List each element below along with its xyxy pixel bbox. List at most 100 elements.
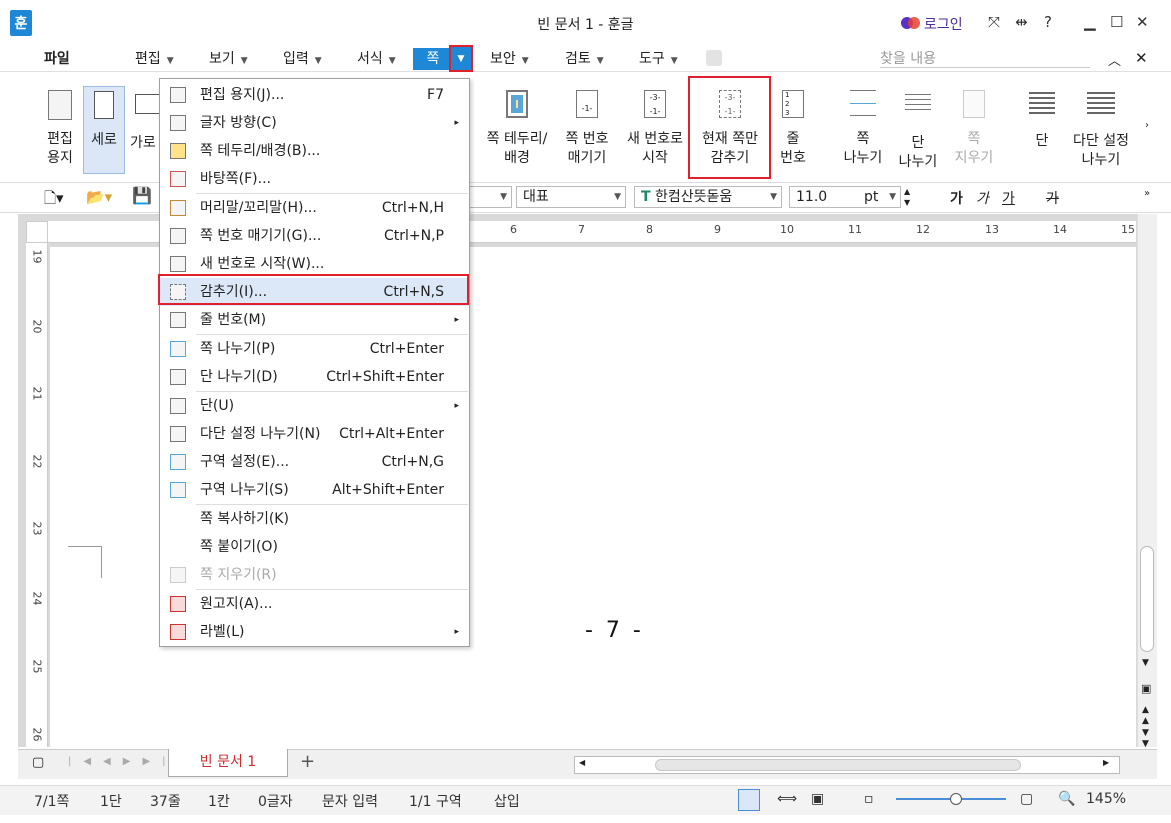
ribbon-column-break[interactable]: 단 나누기: [893, 86, 943, 174]
ruler-corner[interactable]: [26, 221, 48, 243]
menu-item-multi-column-break[interactable]: 다단 설정 나누기(N) Ctrl+Alt+Enter: [160, 420, 469, 448]
tab-nav-icon[interactable]: |◀◀▶▶|: [68, 756, 178, 767]
ribbon-page-numbering[interactable]: -1- 쪽 번호 매기기: [557, 86, 617, 174]
menu-item-page-border[interactable]: 쪽 테두리/배경(B)...: [160, 137, 469, 165]
login-logo-icon[interactable]: [900, 16, 922, 30]
zoom-slider-handle[interactable]: [950, 793, 962, 805]
tab-list-icon[interactable]: ▢: [32, 755, 44, 770]
menu-item-manuscript[interactable]: 원고지(A)...: [160, 590, 469, 618]
save-icon[interactable]: 💾: [132, 186, 152, 205]
ruler-tick: 14: [1053, 223, 1067, 236]
ribbon-restart-numbering[interactable]: -3- -1- 새 번호로 시작: [622, 86, 688, 174]
ribbon-line-number[interactable]: 123 줄 번호: [774, 86, 812, 174]
menu-item-master-page[interactable]: 바탕쪽(F)...: [160, 165, 469, 193]
maximize-icon[interactable]: ☐: [1110, 13, 1123, 31]
menu-edit[interactable]: 편집 ▼: [135, 48, 174, 70]
help-button[interactable]: ?: [1044, 13, 1052, 31]
fit-page-icon[interactable]: ▣: [1141, 682, 1151, 695]
ribbon-paper-setup[interactable]: 편집 용지: [38, 86, 82, 174]
ribbon-portrait[interactable]: 세로: [83, 86, 125, 174]
menu-page-dropdown-button[interactable]: ▼: [449, 45, 473, 72]
zoom-level[interactable]: 145%: [1086, 791, 1126, 807]
menu-page[interactable]: 쪽: [413, 48, 453, 70]
menu-review[interactable]: 검토 ▼: [565, 48, 604, 70]
menu-item-text-direction[interactable]: 글자 방향(C) ▸: [160, 109, 469, 137]
menu-item-header-footer[interactable]: 머리말/꼬리말(H)... Ctrl+N,H: [160, 194, 469, 222]
tab-document[interactable]: 빈 문서 1: [168, 749, 288, 777]
menu-security[interactable]: 보안 ▼: [490, 48, 529, 70]
login-button[interactable]: 로그인: [924, 14, 963, 34]
menu-insert[interactable]: 입력 ▼: [283, 48, 322, 70]
combo-prev[interactable]: ▼: [470, 186, 512, 208]
menu-file[interactable]: 파일: [44, 48, 70, 70]
style-value: 대표: [523, 189, 549, 205]
scroll-right-icon[interactable]: ▶: [1103, 758, 1109, 767]
menu-item-column-break[interactable]: 단 나누기(D) Ctrl+Shift+Enter: [160, 363, 469, 391]
ribbon-scroll-right-icon[interactable]: ›: [1145, 120, 1149, 131]
page-up-icon[interactable]: ▲ ▲: [1142, 705, 1149, 727]
menu-item-paper-setup[interactable]: 편집 용지(J)... F7: [160, 81, 469, 109]
search-input[interactable]: 찾을 내용: [880, 48, 1090, 68]
menu-item-label-sheet[interactable]: 라벨(L) ▸: [160, 618, 469, 646]
ribbon-label: 배경: [504, 150, 530, 166]
bold-button[interactable]: 가: [950, 188, 963, 208]
vertical-scroll-thumb[interactable]: [1140, 546, 1154, 652]
underline-button[interactable]: 가: [1002, 188, 1015, 208]
resize-icon[interactable]: ⇹: [1015, 13, 1028, 31]
minimize-icon[interactable]: ▁: [1084, 13, 1096, 31]
zoom-in-icon[interactable]: ▢: [1020, 791, 1033, 807]
page-down-icon[interactable]: ▼ ▼: [1142, 728, 1149, 750]
plugin-icon[interactable]: [706, 50, 722, 66]
add-tab-button[interactable]: +: [300, 751, 315, 772]
ribbon-label: 단: [911, 135, 925, 151]
status-page[interactable]: 7/1쪽: [34, 791, 69, 811]
close-icon[interactable]: ✕: [1136, 13, 1149, 31]
menu-item-paste-page[interactable]: 쪽 붙이기(O): [160, 533, 469, 561]
menu-tools[interactable]: 도구 ▼: [639, 48, 678, 70]
menu-item-copy-page[interactable]: 쪽 복사하기(K): [160, 505, 469, 533]
status-insert-mode[interactable]: 삽입: [494, 791, 520, 811]
menu-view[interactable]: 보기 ▼: [209, 48, 248, 70]
menu-item-label: 머리말/꼬리말(H)...: [200, 200, 317, 216]
fullscreen-icon[interactable]: ⤧: [988, 13, 1000, 31]
menu-item-delete-page[interactable]: 쪽 지우기(R): [160, 561, 469, 589]
font-size-input[interactable]: 11.0 pt ▼: [789, 186, 901, 208]
ribbon-landscape[interactable]: 가로: [130, 86, 160, 174]
zoom-magnifier-icon[interactable]: 🔍: [1058, 791, 1075, 807]
ribbon-label: 쪽 테두리/: [486, 131, 548, 147]
ribbon-label: 다단 설정: [1073, 133, 1129, 149]
status-input-mode[interactable]: 문자 입력: [322, 791, 378, 811]
ribbon-delete-page[interactable]: 쪽 지우기: [948, 86, 1000, 174]
menu-format[interactable]: 서식 ▼: [357, 48, 396, 70]
menu-item-section-break[interactable]: 구역 나누기(S) Alt+Shift+Enter: [160, 476, 469, 504]
view-width-icon[interactable]: ⟺: [777, 791, 797, 807]
menu-item-shortcut: Alt+Shift+Enter: [332, 482, 444, 498]
font-select[interactable]: T 한컴산뜻돋움 ▼: [634, 186, 782, 208]
font-size-stepper[interactable]: ▲ ▼: [904, 186, 910, 208]
menu-item-page-break[interactable]: 쪽 나누기(P) Ctrl+Enter: [160, 335, 469, 363]
menu-item-columns[interactable]: 단(U) ▸: [160, 392, 469, 420]
menu-item-line-number[interactable]: 줄 번호(M) ▸: [160, 306, 469, 334]
toolbar-expand-icon[interactable]: »: [1144, 188, 1150, 199]
ribbon-multi-column[interactable]: 다단 설정 나누기: [1068, 86, 1134, 174]
menu-item-page-numbering[interactable]: 쪽 번호 매기기(G)... Ctrl+N,P: [160, 222, 469, 250]
chevron-up-icon[interactable]: ︿: [1108, 50, 1121, 69]
new-document-icon[interactable]: 🗋▾: [44, 188, 64, 213]
horizontal-scroll-thumb[interactable]: [655, 759, 1021, 771]
scroll-down-icon[interactable]: ▼: [1142, 658, 1149, 668]
ribbon-page-border[interactable]: 쪽 테두리/ 배경: [482, 86, 552, 174]
menu-item-label: 쪽 붙이기(O): [200, 539, 278, 555]
ribbon-page-break[interactable]: 쪽 나누기: [838, 86, 888, 174]
open-folder-icon[interactable]: 📂▾: [86, 188, 112, 206]
menu-item-section-setup[interactable]: 구역 설정(E)... Ctrl+N,G: [160, 448, 469, 476]
strikethrough-button[interactable]: 가: [1046, 188, 1059, 208]
view-page-button[interactable]: [738, 789, 760, 811]
close-ribbon-icon[interactable]: ✕: [1135, 49, 1148, 67]
style-select[interactable]: 대표 ▼: [516, 186, 626, 208]
view-full-icon[interactable]: ▣: [811, 791, 824, 807]
ribbon-columns[interactable]: 단: [1020, 86, 1064, 174]
zoom-out-icon[interactable]: ▫: [864, 791, 874, 807]
scroll-left-icon[interactable]: ◀: [579, 758, 585, 767]
italic-button[interactable]: 가: [976, 188, 989, 208]
menu-item-label: 구역 나누기(S): [200, 482, 289, 498]
